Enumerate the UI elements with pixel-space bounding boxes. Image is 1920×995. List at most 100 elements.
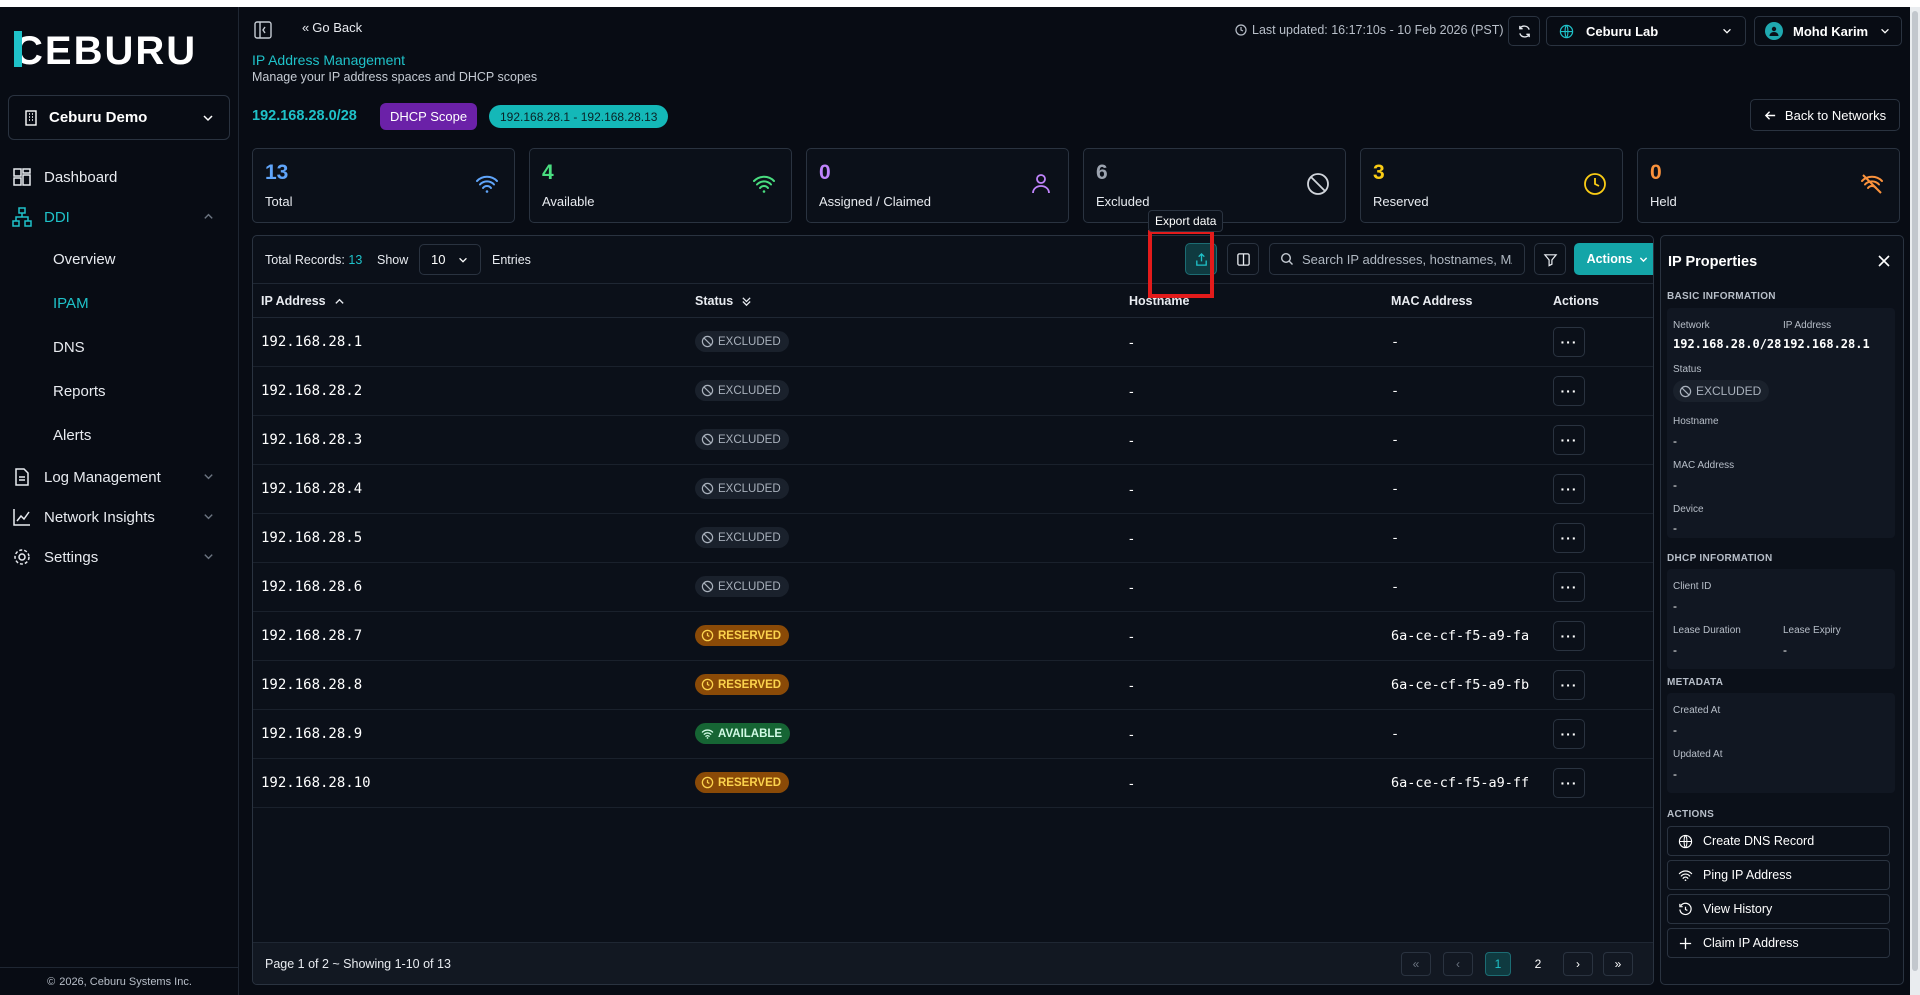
table-row[interactable]: 192.168.28.5 EXCLUDED - - ···	[253, 514, 1653, 563]
table-row[interactable]: 192.168.28.7 RESERVED - 6a-ce-cf-f5-a9-fa ··…	[253, 612, 1653, 661]
sidebar-item-dashboard[interactable]: Dashboard	[0, 157, 239, 197]
table-toolbar: Total Records: 13 Show 10 Entries Search…	[253, 236, 1653, 284]
table-row[interactable]: 192.168.28.1 EXCLUDED - - ···	[253, 318, 1653, 367]
chevron-down-icon	[1723, 28, 1731, 34]
sidebar-item-label: Log Management	[44, 468, 161, 486]
create-dns-record-button[interactable]: Create DNS Record	[1667, 826, 1890, 856]
updated-at-value: -	[1673, 767, 1677, 781]
sidebar-item-ddi[interactable]: DDI	[0, 197, 239, 237]
page-button-1[interactable]: 1	[1485, 952, 1511, 976]
column-header-mac[interactable]: MAC Address	[1391, 294, 1473, 308]
page-title: IP Address Management	[252, 52, 406, 68]
org-selector[interactable]: Ceburu Demo	[8, 95, 230, 140]
claim-ip-button[interactable]: Claim IP Address	[1667, 928, 1890, 958]
go-back-link[interactable]: « Go Back	[302, 20, 362, 35]
chevron-down-icon	[1640, 256, 1648, 262]
ban-icon	[701, 580, 714, 593]
sidebar-item-label: DDI	[44, 208, 70, 226]
sidebar-subitem-dns[interactable]: DNS	[0, 325, 239, 369]
table-row[interactable]: 192.168.28.2 EXCLUDED - - ···	[253, 367, 1653, 416]
row-actions-button[interactable]: ···	[1553, 621, 1585, 651]
sidebar-toggle-icon[interactable]	[254, 21, 272, 39]
row-actions-button[interactable]: ···	[1553, 719, 1585, 749]
scrollbar-thumb[interactable]	[1912, 11, 1918, 971]
sidebar-item-network-insights[interactable]: Network Insights	[0, 497, 239, 537]
more-icon: ···	[1560, 579, 1578, 595]
row-actions-button[interactable]: ···	[1553, 474, 1585, 504]
ceburu-logo[interactable]: CEBURU	[14, 29, 210, 71]
search-box[interactable]	[1269, 243, 1525, 275]
row-actions-button[interactable]: ···	[1553, 376, 1585, 406]
table-row[interactable]: 192.168.28.10 RESERVED - 6a-ce-cf-f5-a9-ff ·…	[253, 759, 1653, 808]
page-scrollbar[interactable]	[1910, 7, 1920, 995]
org-name: Ceburu Demo	[49, 109, 148, 126]
row-actions-button[interactable]: ···	[1553, 670, 1585, 700]
lab-name: Ceburu Lab	[1586, 23, 1659, 39]
hostname-cell: -	[1129, 432, 1134, 448]
search-input[interactable]	[1302, 251, 1512, 267]
actions-label: Actions	[1586, 252, 1633, 266]
refresh-button[interactable]	[1508, 16, 1540, 46]
table-row[interactable]: 192.168.28.9 AVAILABLE - - ···	[253, 710, 1653, 759]
hostname-label: Hostname	[1673, 416, 1719, 427]
first-page-button[interactable]: «	[1401, 952, 1431, 976]
clock-icon	[701, 678, 714, 691]
table-row[interactable]: 192.168.28.3 EXCLUDED - - ···	[253, 416, 1653, 465]
stat-value: 4	[542, 161, 554, 184]
column-label: Status	[695, 294, 734, 308]
prev-page-button[interactable]: ‹	[1443, 952, 1473, 976]
next-page-button[interactable]: ›	[1563, 952, 1593, 976]
row-actions-button[interactable]: ···	[1553, 523, 1585, 553]
stat-label: Assigned / Claimed	[819, 194, 931, 209]
actions-dropdown-button[interactable]: Actions	[1574, 243, 1653, 275]
stat-label: Reserved	[1373, 194, 1429, 209]
mac-label: MAC Address	[1673, 460, 1735, 471]
chevron-right-icon: ›	[1576, 957, 1580, 971]
filter-button[interactable]	[1534, 243, 1566, 275]
row-actions-button[interactable]: ···	[1553, 768, 1585, 798]
stat-label: Excluded	[1096, 194, 1150, 209]
last-page-button[interactable]: »	[1603, 952, 1633, 976]
status-text: EXCLUDED	[718, 531, 781, 544]
ban-icon	[701, 433, 714, 446]
back-to-networks-label: Back to Networks	[1784, 107, 1887, 123]
sidebar-subitem-overview[interactable]: Overview	[0, 237, 239, 281]
row-actions-button[interactable]: ···	[1553, 572, 1585, 602]
wifi-off-icon	[1861, 174, 1883, 194]
row-actions-button[interactable]: ···	[1553, 327, 1585, 357]
user-menu[interactable]: Mohd Karim	[1754, 16, 1902, 46]
sidebar-item-settings[interactable]: Settings	[0, 537, 239, 577]
view-history-button[interactable]: View History	[1667, 894, 1890, 924]
row-actions-button[interactable]: ···	[1553, 425, 1585, 455]
action-label: Ping IP Address	[1703, 868, 1792, 882]
sidebar-item-log-management[interactable]: Log Management	[0, 457, 239, 497]
chevron-up-icon	[204, 213, 213, 219]
basic-info-box: Network 192.168.28.0/28 IP Address 192.1…	[1667, 308, 1895, 538]
sidebar-subitem-ipam[interactable]: IPAM	[0, 281, 239, 325]
last-updated: Last updated: 16:17:10s - 10 Feb 2026 (P…	[1235, 23, 1504, 37]
table-row[interactable]: 192.168.28.8 RESERVED - 6a-ce-cf-f5-a9-fb ··…	[253, 661, 1653, 710]
table-row[interactable]: 192.168.28.6 EXCLUDED - - ···	[253, 563, 1653, 612]
hostname-cell: -	[1129, 579, 1134, 595]
column-header-ip[interactable]: IP Address	[261, 294, 345, 308]
status-badge: EXCLUDED	[695, 380, 789, 401]
actions-heading: ACTIONS	[1667, 809, 1715, 820]
columns-button[interactable]	[1227, 243, 1259, 275]
user-icon	[1032, 174, 1050, 194]
table-row[interactable]: 192.168.28.4 EXCLUDED - - ···	[253, 465, 1653, 514]
column-header-status[interactable]: Status	[695, 294, 752, 308]
sidebar-subitem-reports[interactable]: Reports	[0, 369, 239, 413]
page-button-2[interactable]: 2	[1525, 952, 1551, 976]
sidebar-subitem-alerts[interactable]: Alerts	[0, 413, 239, 457]
hostname-cell: -	[1129, 775, 1134, 791]
status-label: Status	[1673, 364, 1702, 375]
ping-ip-button[interactable]: Ping IP Address	[1667, 860, 1890, 890]
double-chevron-right-icon: »	[1614, 957, 1622, 971]
close-icon[interactable]	[1877, 254, 1891, 268]
copyright: © 2026, Ceburu Systems Inc.	[0, 967, 239, 995]
dhcp-info-heading: DHCP INFORMATION	[1667, 553, 1773, 564]
page-size-select[interactable]: 10	[419, 244, 481, 275]
mac-cell: 6a-ce-cf-f5-a9-fb	[1391, 677, 1530, 693]
back-to-networks-button[interactable]: Back to Networks	[1750, 99, 1900, 131]
lab-selector[interactable]: Ceburu Lab	[1546, 16, 1746, 46]
